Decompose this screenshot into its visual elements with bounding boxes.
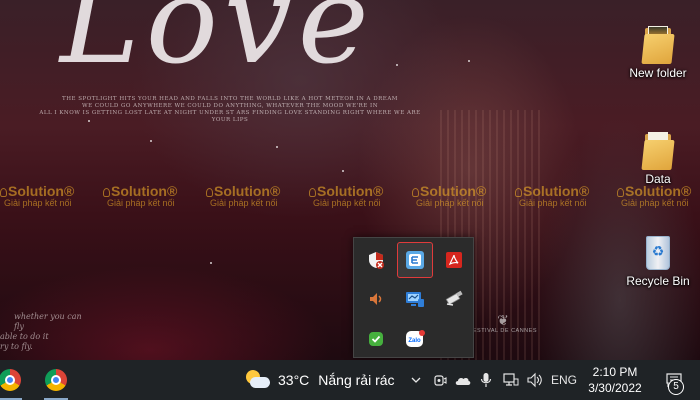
watermark: Solution® Giải pháp kết nối — [515, 183, 613, 208]
desktop-wallpaper[interactable]: Love THE SPOTLIGHT HITS YOUR HEAD AND FA… — [0, 0, 700, 360]
lightbulb-icon — [515, 188, 522, 197]
partly-sunny-icon — [246, 370, 270, 390]
desktop-icon-recycle-bin[interactable]: ♻ Recycle Bin — [622, 232, 694, 288]
tagline-line: WE COULD GO ANYWHERE WE COULD DO ANYTHIN… — [81, 103, 379, 109]
watermark: Solution® Giải pháp kết nối — [206, 183, 304, 208]
lightbulb-icon — [206, 188, 213, 197]
camera-privacy-tray-icon[interactable] — [430, 360, 450, 400]
wallpaper-script-title: Love — [60, 0, 375, 91]
onedrive-tray-icon[interactable] — [452, 360, 474, 400]
cloud-icon — [455, 377, 471, 385]
folder-with-photo-icon — [641, 24, 675, 64]
chevron-down-icon — [411, 377, 421, 383]
lightbulb-icon — [103, 188, 110, 197]
network-icon — [503, 373, 519, 386]
volume-tray-icon[interactable] — [524, 360, 546, 400]
taskbar-app-chrome[interactable] — [0, 360, 32, 400]
taskbar-clock[interactable]: 2:10 PM 3/30/2022 — [580, 360, 650, 400]
desktop-icon-new-folder[interactable]: New folder — [622, 24, 694, 80]
camera-icon — [434, 375, 447, 386]
input-language-indicator[interactable]: ENG — [548, 360, 580, 400]
microphone-icon — [480, 373, 492, 387]
taskbar: 33°C Nắng rải rác ENG 2:10 PM 3/30/2022 — [0, 360, 700, 400]
desktop-icon-data[interactable]: Data — [622, 130, 694, 186]
network-tray-icon[interactable] — [500, 360, 522, 400]
watermark: Solution® Giải pháp kết nối — [103, 183, 201, 208]
folder-icon — [641, 130, 675, 170]
usb-safely-remove-icon[interactable] — [436, 281, 472, 317]
lightbulb-icon — [0, 188, 7, 197]
weather-widget[interactable]: 33°C Nắng rải rác — [246, 360, 395, 400]
microphone-tray-icon[interactable] — [476, 360, 496, 400]
zalo-icon[interactable]: Zalo — [397, 321, 433, 357]
watermark-row: Solution® Giải pháp kết nối Solution® Gi… — [0, 183, 700, 217]
taskbar-app-chrome-profile[interactable] — [34, 360, 78, 400]
watermark: Solution® Giải pháp kết nối — [412, 183, 510, 208]
shield-check-icon[interactable] — [358, 321, 394, 357]
windows-security-icon[interactable] — [358, 242, 394, 278]
network-monitor-icon[interactable] — [397, 281, 433, 317]
svg-text:Zalo: Zalo — [408, 338, 421, 344]
lightbulb-icon — [412, 188, 419, 197]
volume-icon — [527, 372, 542, 388]
notification-count-badge: 5 — [668, 379, 684, 395]
show-hidden-icons-button[interactable] — [406, 360, 426, 400]
desktop-icon-label: Data — [645, 172, 671, 186]
chrome-profile-icon — [45, 369, 67, 391]
clock-date: 3/30/2022 — [588, 381, 642, 395]
desktop-icon-label: New folder — [629, 66, 687, 80]
lightbulb-icon — [309, 188, 316, 197]
desktop-icon-label: Recycle Bin — [626, 274, 690, 288]
hidden-icons-tray-popup: Zalo — [353, 237, 474, 358]
lightbulb-icon — [617, 188, 624, 197]
eset-edit-icon[interactable] — [397, 242, 433, 278]
chrome-icon — [0, 369, 21, 391]
watermark: Solution® Giải pháp kết nối — [309, 183, 407, 208]
weather-description: Nắng rải rác — [318, 372, 395, 388]
clock-time: 2:10 PM — [592, 365, 638, 379]
cannes-logo: ❦ FESTIVAL DE CANNES — [469, 312, 537, 334]
recycle-bin-icon: ♻ — [643, 232, 673, 272]
wallpaper-tagline: THE SPOTLIGHT HITS YOUR HEAD AND FALLS I… — [30, 96, 430, 124]
adobe-acrobat-icon[interactable] — [436, 242, 472, 278]
watermark: Solution® Giải pháp kết nối — [617, 183, 700, 208]
speaker-icon[interactable] — [358, 281, 394, 317]
wallpaper-quote: whether you can fly able to do it ry to … — [0, 312, 82, 351]
weather-temperature: 33°C — [278, 372, 310, 388]
watermark: Solution® Giải pháp kết nối — [0, 183, 98, 208]
palm-icon: ❦ — [497, 312, 509, 328]
tagline-line: ALL I KNOW IS GETTING LOST LATE AT NIGHT… — [39, 110, 421, 123]
tagline-line: THE SPOTLIGHT HITS YOUR HEAD AND FALLS I… — [62, 96, 398, 102]
